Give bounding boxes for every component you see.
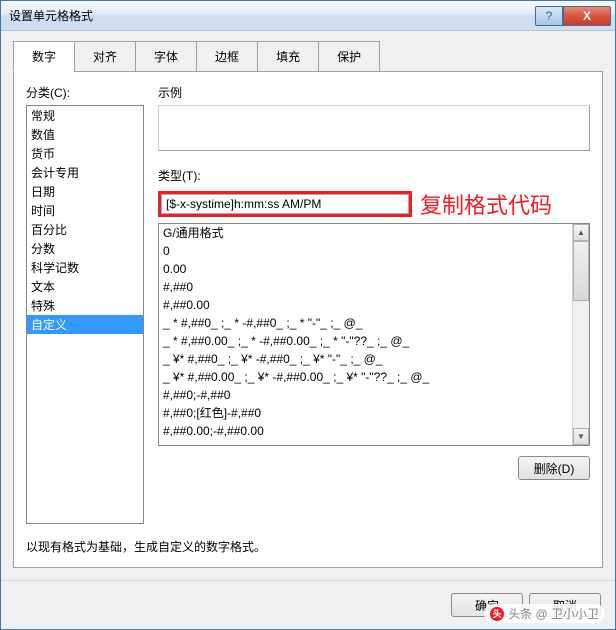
type-label: 类型(T): — [158, 167, 590, 184]
category-item[interactable]: 日期 — [27, 182, 143, 201]
type-list-item[interactable]: _ ¥* #,##0.00_ ;_ ¥* -#,##0.00_ ;_ ¥* "-… — [159, 368, 589, 386]
tab-alignment[interactable]: 对齐 — [74, 41, 136, 72]
watermark-icon: 头 — [490, 607, 504, 621]
type-list-item[interactable]: #,##0 — [159, 278, 589, 296]
category-item-custom[interactable]: 自定义 — [27, 315, 143, 334]
type-list-item[interactable]: _ ¥* #,##0_ ;_ ¥* -#,##0_ ;_ ¥* "-"_ ;_ … — [159, 350, 589, 368]
detail-column: 示例 类型(T): 复制格式代码 G/通用格式 0 0.00 — [158, 84, 590, 524]
type-list-item[interactable]: #,##0;[红色]-#,##0 — [159, 404, 589, 422]
category-item[interactable]: 时间 — [27, 201, 143, 220]
type-list[interactable]: G/通用格式 0 0.00 #,##0 #,##0.00 _ * #,##0_ … — [158, 223, 590, 446]
description-text: 以现有格式为基础，生成自定义的数字格式。 — [26, 538, 590, 555]
category-item[interactable]: 会计专用 — [27, 163, 143, 182]
category-item[interactable]: 数值 — [27, 125, 143, 144]
window-title: 设置单元格格式 — [9, 7, 535, 24]
category-item[interactable]: 特殊 — [27, 296, 143, 315]
tab-strip: 数字 对齐 字体 边框 填充 保护 — [13, 41, 603, 72]
titlebar: 设置单元格格式 ? X — [1, 1, 615, 31]
example-label: 示例 — [158, 84, 590, 101]
type-list-item[interactable]: _ * #,##0_ ;_ * -#,##0_ ;_ * "-"_ ;_ @_ — [159, 314, 589, 332]
format-cells-dialog: 设置单元格格式 ? X 数字 对齐 字体 边框 填充 保护 分类(C): 常规 … — [0, 0, 616, 630]
type-list-item[interactable]: _ * #,##0.00_ ;_ * -#,##0.00_ ;_ * "-"??… — [159, 332, 589, 350]
watermark-text: 头条 @ 卫小小卫 — [508, 605, 599, 622]
category-item[interactable]: 科学记数 — [27, 258, 143, 277]
delete-button[interactable]: 删除(D) — [518, 456, 590, 480]
category-item[interactable]: 百分比 — [27, 220, 143, 239]
annotation-text: 复制格式代码 — [420, 188, 552, 220]
scroll-up-icon[interactable]: ▲ — [573, 224, 589, 241]
type-input-row: 复制格式代码 — [158, 188, 590, 220]
scrollbar[interactable]: ▲ ▼ — [572, 224, 589, 445]
category-column: 分类(C): 常规 数值 货币 会计专用 日期 时间 百分比 分数 科学记数 文… — [26, 84, 144, 524]
tab-border[interactable]: 边框 — [196, 41, 258, 72]
close-button[interactable]: X — [563, 6, 611, 26]
tab-font[interactable]: 字体 — [135, 41, 197, 72]
dialog-content: 数字 对齐 字体 边框 填充 保护 分类(C): 常规 数值 货币 会计专用 日… — [1, 31, 615, 580]
type-list-item[interactable]: 0 — [159, 242, 589, 260]
type-input-highlight — [158, 191, 412, 217]
type-input[interactable] — [161, 194, 409, 214]
delete-row: 删除(D) — [158, 456, 590, 480]
type-list-item[interactable]: G/通用格式 — [159, 224, 589, 242]
type-list-item[interactable]: #,##0.00 — [159, 296, 589, 314]
type-list-item[interactable]: 0.00 — [159, 260, 589, 278]
type-list-item[interactable]: #,##0.00;-#,##0.00 — [159, 422, 589, 440]
category-item[interactable]: 分数 — [27, 239, 143, 258]
example-box — [158, 105, 590, 151]
scroll-thumb[interactable] — [573, 241, 589, 301]
category-item[interactable]: 文本 — [27, 277, 143, 296]
tab-protection[interactable]: 保护 — [318, 41, 380, 72]
category-list[interactable]: 常规 数值 货币 会计专用 日期 时间 百分比 分数 科学记数 文本 特殊 自定… — [26, 105, 144, 524]
tab-number[interactable]: 数字 — [13, 41, 75, 72]
category-item[interactable]: 常规 — [27, 106, 143, 125]
tab-fill[interactable]: 填充 — [257, 41, 319, 72]
category-item[interactable]: 货币 — [27, 144, 143, 163]
category-label: 分类(C): — [26, 84, 144, 101]
help-button[interactable]: ? — [535, 6, 563, 26]
scroll-down-icon[interactable]: ▼ — [573, 428, 589, 445]
watermark: 头 头条 @ 卫小小卫 — [484, 604, 605, 623]
dialog-footer: 确定 取消 头 头条 @ 卫小小卫 — [1, 580, 615, 629]
titlebar-buttons: ? X — [535, 6, 611, 26]
panel-body: 分类(C): 常规 数值 货币 会计专用 日期 时间 百分比 分数 科学记数 文… — [26, 84, 590, 524]
number-panel: 分类(C): 常规 数值 货币 会计专用 日期 时间 百分比 分数 科学记数 文… — [13, 71, 603, 568]
type-list-item[interactable]: #,##0;-#,##0 — [159, 386, 589, 404]
